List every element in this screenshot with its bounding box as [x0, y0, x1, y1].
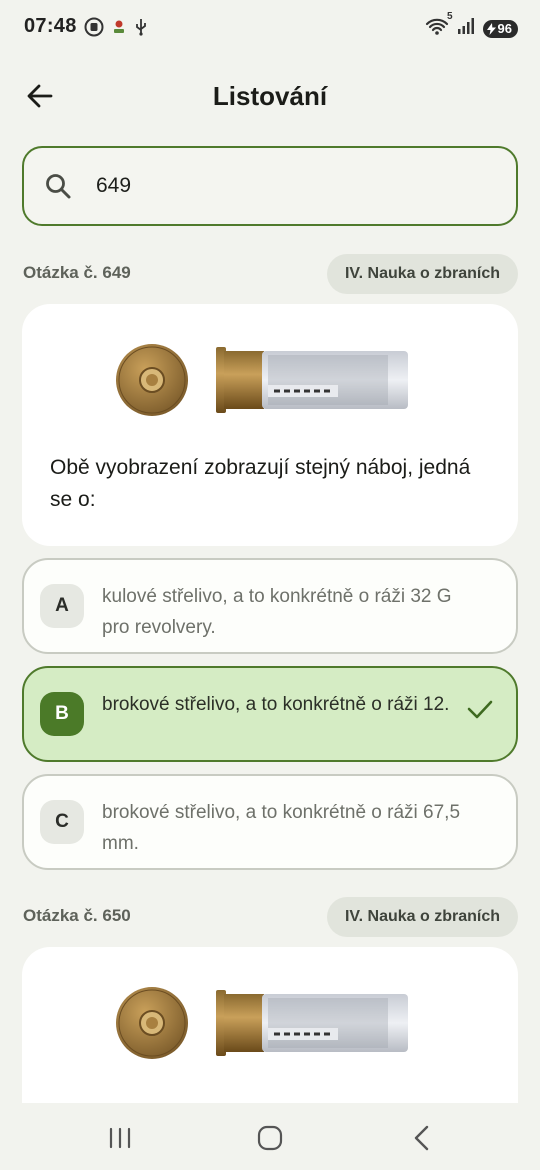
question-card: Obě vyobrazení zobrazují stejný náboj, j… [22, 304, 518, 546]
battery-level: 96 [497, 21, 512, 36]
check-icon [466, 695, 494, 728]
charging-icon [486, 22, 496, 35]
page-title: Listování [212, 81, 328, 111]
usb-icon [134, 18, 148, 41]
app-notification-icon [112, 19, 126, 40]
battery-indicator: 96 [482, 19, 518, 38]
shell-base-image [114, 985, 190, 1066]
shell-side-image [216, 345, 410, 420]
chevron-left-icon [414, 1125, 429, 1151]
question-number: Otázka č. 650 [23, 906, 131, 925]
system-back-button[interactable] [402, 1123, 442, 1153]
question-header: Otázka č. 649 IV. Nauka o zbraních [22, 254, 518, 294]
answer-option-a[interactable]: A kulové střelivo, a to konkrétně o ráži… [22, 558, 518, 654]
question-images [114, 342, 410, 423]
search-box[interactable] [22, 146, 518, 226]
shell-base-image [114, 342, 190, 423]
system-nav-bar [0, 1103, 540, 1170]
category-chip[interactable]: IV. Nauka o zbraních [326, 897, 518, 937]
signal-icon [457, 17, 475, 40]
answer-text: brokové střelivo, a to konkrétně o ráži … [102, 694, 450, 715]
question-header: Otázka č. 650 IV. Nauka o zbraních [22, 897, 518, 937]
screen: 07:48 5 96 Listování 649 Otázka č. 649 I… [0, 0, 540, 1170]
search-icon [44, 172, 72, 205]
home-button[interactable] [250, 1123, 290, 1153]
wifi-band-label: 5 [446, 11, 453, 22]
answer-letter: C [40, 800, 84, 844]
question-number: Otázka č. 649 [23, 263, 131, 282]
answer-text: brokové střelivo, a to konkrétně o ráži … [102, 802, 461, 854]
answer-letter: B [40, 692, 84, 736]
shell-side-image [216, 988, 410, 1063]
question-text: Obě vyobrazení zobrazují stejný náboj, j… [50, 456, 471, 511]
answer-option-c[interactable]: C brokové střelivo, a to konkrétně o ráž… [22, 774, 518, 870]
search-input[interactable] [96, 166, 496, 206]
recent-apps-icon [109, 1127, 131, 1149]
question-images [114, 985, 410, 1066]
wifi-icon: 5 [425, 11, 453, 41]
answer-text: kulové střelivo, a to konkrétně o ráži 3… [102, 586, 452, 638]
status-time: 07:48 [24, 15, 77, 37]
record-icon [84, 17, 104, 42]
recent-apps-button[interactable] [100, 1123, 140, 1153]
home-icon [257, 1125, 283, 1151]
category-chip[interactable]: IV. Nauka o zbraních [326, 254, 518, 294]
answer-option-b[interactable]: B brokové střelivo, a to konkrétně o ráž… [22, 666, 518, 762]
answer-letter: A [40, 584, 84, 628]
status-bar: 07:48 5 96 [0, 0, 540, 56]
